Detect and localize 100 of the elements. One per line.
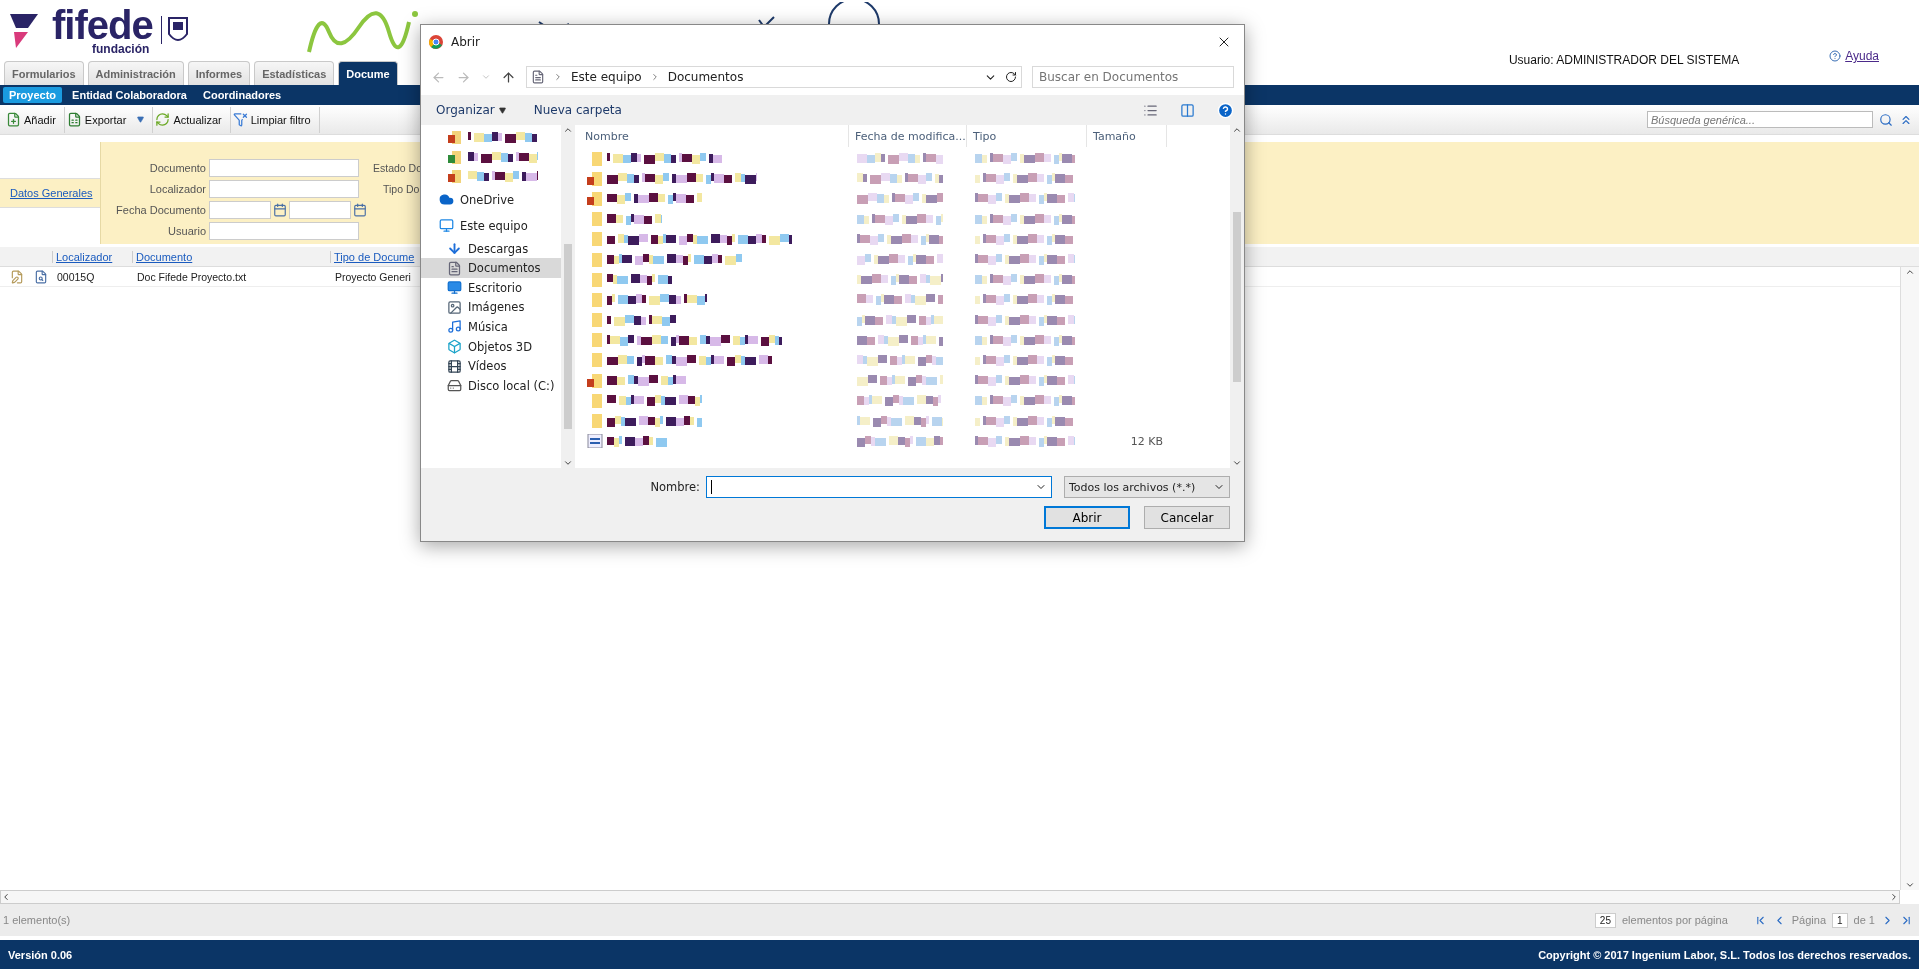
document-icon [447,130,462,146]
blurred-text [607,274,672,286]
table-cell-text: Proyecto Generi [334,270,412,283]
scroll-up-icon[interactable] [563,125,573,135]
help-icon[interactable] [1217,101,1234,119]
refresh-icon [155,112,171,127]
field-label: Documento [148,161,206,176]
field-label: Tipo Do [382,182,421,197]
search-icon[interactable] [1879,112,1893,127]
section-link[interactable]: Datos Generales [0,178,100,208]
organize-menu[interactable]: Organizar [436,103,506,117]
image-icon [447,299,462,315]
field-label: Fecha Documento [115,203,206,218]
blurred-text [468,171,538,183]
monitor-icon [439,218,454,234]
date-field[interactable] [289,201,351,219]
scroll-right-icon[interactable] [1889,892,1899,902]
date-field[interactable] [209,201,271,219]
toolbar-button[interactable]: Limpiar filtro [230,106,320,133]
column-header[interactable]: Tipo [967,125,1087,147]
scroll-up-icon[interactable] [1232,125,1242,135]
brand-name: fifede [52,4,153,45]
nav-item[interactable]: Vídeos [421,356,561,376]
search-field[interactable]: Buscar en Documentos [1032,66,1234,88]
nav-tab[interactable]: Estadísticas [254,61,335,85]
calendar-icon[interactable] [353,203,367,217]
folder-icon [587,373,603,388]
nav-item[interactable]: Disco local (C:) [421,375,561,396]
sub-tab[interactable]: Entidad Colaboradora [66,87,193,103]
help-icon [1829,50,1842,62]
input-field[interactable] [209,159,359,177]
nav-item[interactable]: Escritorio [421,277,561,298]
toolbar-button[interactable]: Añadir [4,106,65,133]
dialog-button[interactable]: Cancelar [1144,506,1230,529]
new-folder-button[interactable]: Nueva carpeta [533,103,622,117]
file-type-select[interactable]: Todos los archivos (*.*) [1064,476,1230,498]
search-field[interactable]: Búsqueda genérica... [1647,111,1873,128]
view-icon[interactable] [34,269,48,284]
up-icon[interactable] [501,69,516,85]
nav-item[interactable]: Música [421,317,561,337]
document-icon [531,70,545,84]
document-icon [587,434,603,449]
column-header[interactable]: Documento [132,250,330,263]
caret-icon [137,116,145,123]
filter-clear-icon [232,112,248,127]
toolbar-button[interactable]: Actualizar [153,106,231,133]
document-icon [447,260,462,276]
scroll-left-icon[interactable] [1,892,11,902]
scrollbar[interactable] [0,890,1900,904]
nav-item[interactable]: Objetos 3D [421,336,561,357]
caret-icon [498,106,506,114]
document-icon [447,169,462,185]
version-label: Versión 0.06 [8,948,73,961]
filename-field[interactable] [706,476,1052,498]
dialog-button[interactable]: Abrir [1044,506,1130,529]
address-bar[interactable]: Este equipo Documentos [526,66,1022,88]
breadcrumb-item[interactable]: Documentos [667,70,744,84]
column-header[interactable]: Localizador [52,250,132,263]
nav-item[interactable]: Imágenes [421,297,561,318]
item-count: 1 elemento(s) [3,914,71,926]
nav-item[interactable]: Documentos [421,258,561,278]
scroll-down-icon[interactable] [1232,458,1242,468]
scroll-down-icon[interactable] [1905,880,1915,890]
calendar-icon[interactable] [273,203,287,217]
edit-icon[interactable] [10,269,24,284]
folder-icon [587,171,603,186]
nav-tab[interactable]: Informes [187,61,251,85]
nav-tab[interactable]: Docume [338,61,398,85]
scrollbar[interactable] [1900,267,1919,890]
breadcrumb-item[interactable]: Este equipo [571,70,642,84]
column-header[interactable]: Fecha de modifica... [849,125,967,147]
table-cell-text: 00015Q [56,270,96,283]
page-field[interactable]: 1 [1832,912,1848,928]
page-label: Página [1791,914,1826,926]
page-total: de 1 [1853,914,1875,926]
blurred-text [607,213,662,225]
input-field[interactable] [209,180,359,198]
nav-tab[interactable]: Formularios [4,61,84,85]
page-size-field[interactable]: 25 [1594,912,1616,928]
scroll-up-icon[interactable] [1905,267,1915,277]
preview-pane-icon[interactable] [1180,102,1195,118]
nav-tab[interactable]: Administración [87,61,184,85]
field-label: Usuario [167,224,206,239]
filename-label: Nombre: [650,480,700,494]
column-header[interactable]: Tamaño [1087,125,1167,147]
help-link[interactable]: Ayuda [1829,49,1879,63]
nav-item[interactable]: Este equipo [421,212,561,239]
column-header[interactable]: Nombre [579,125,849,147]
film-icon [447,358,462,374]
table-cell-text: Doc Fifede Proyecto.txt [136,270,248,283]
blurred-text [607,314,677,326]
cube-icon [447,339,462,355]
sub-tab[interactable]: Coordinadores [197,87,288,103]
input-field[interactable] [209,222,359,240]
view-icon[interactable] [1143,102,1158,118]
scroll-down-icon[interactable] [563,458,573,468]
refresh-icon[interactable] [1005,71,1017,83]
toolbar-button[interactable]: Exportar [64,106,154,133]
nav-item[interactable]: OneDrive [421,186,561,213]
file-row[interactable]: 12 KB [579,432,1230,450]
